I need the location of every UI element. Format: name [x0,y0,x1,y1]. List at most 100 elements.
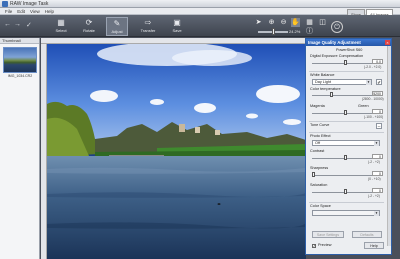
saturation-label: Saturation [310,183,328,187]
thumbnail-image[interactable] [3,47,37,73]
transfer-label: Transfer [140,28,156,33]
color-temp-slider[interactable] [312,95,380,96]
save-icon: ▣ [173,18,181,27]
divider [309,202,384,203]
divider [309,71,384,72]
select-label: Select [55,28,67,33]
color-temp-label: Color temperature [310,87,341,91]
toolbar: ← → ✓ ▦ Select ⟳ Rotate ✎ Adjust ⇨ Trans… [0,15,400,37]
adjust-icon: ✎ [113,19,121,28]
divider [309,121,384,122]
back-arrow-icon[interactable]: ← [4,21,11,28]
magenta-green-range: (-100 - +100) [364,115,384,119]
zoom-level: 24.2% [289,29,301,34]
sharpness-slider[interactable] [312,175,380,176]
color-space-select[interactable]: ▼ [312,210,380,216]
power-icon[interactable]: ⏻ [331,21,343,33]
menu-file[interactable]: File [5,8,12,15]
exposure-label: Digital Exposure Compensation [310,54,364,58]
sharpness-label: Sharpness [310,166,329,170]
grid-icon: ▦ [57,18,65,27]
chevron-down-icon: ▼ [366,80,371,85]
help-button[interactable]: Help [364,242,384,249]
white-balance-label: White Balance [310,73,335,77]
forward-arrow-icon[interactable]: → [14,21,21,28]
save-settings-button[interactable]: Save Settings [312,231,344,238]
thumbnail-header: Thumbnail [0,38,39,44]
rotate-icon: ⟳ [85,18,93,27]
magenta-label: Magenta [310,104,325,108]
menu-edit[interactable]: Edit [17,8,25,15]
window-title: RAW Image Task [10,1,49,7]
rotate-label: Rotate [83,28,95,33]
app-icon [2,1,8,7]
main-photo[interactable] [47,44,306,259]
title-bar: RAW Image Task [0,0,400,8]
zoom-in-icon[interactable]: ⊕ [267,18,276,27]
color-temp-slider-handle[interactable] [330,92,333,97]
pointer-icon[interactable]: ➤ [254,18,263,27]
magenta-green-slider-handle[interactable] [344,110,347,115]
grid-view-icon[interactable]: ▦ [305,18,314,27]
preview-label: Preview [318,243,332,247]
select-button[interactable]: ▦ Select [50,17,72,36]
magenta-green-value[interactable]: 0 [372,109,383,114]
color-space-label: Color Space [310,204,331,208]
thumbnail-panel: Thumbnail IMG_1034.CR2 [0,38,40,259]
landscape-image [47,44,306,259]
saturation-range: (-2 - +2) [368,194,380,198]
preview-checkbox[interactable]: ✓ [312,244,316,248]
thumbnail-caption: IMG_1034.CR2 [7,74,33,78]
hand-icon[interactable]: ✋ [291,18,300,27]
close-icon[interactable]: × [385,40,390,45]
check-icon[interactable]: ✓ [26,21,32,29]
transfer-icon: ⇨ [144,18,152,27]
sharpness-range: (0 - +10) [368,177,381,181]
photo-effect-value: Off [315,141,320,145]
exposure-value[interactable]: 0.0 [372,59,383,64]
photo-effect-select[interactable]: Off ▼ [312,140,380,146]
menu-help[interactable]: Help [45,8,54,15]
contrast-range: (-2 - +2) [368,160,380,164]
chevron-down-icon: ▼ [374,211,379,216]
color-temp-range: (2800 - 10000) [362,97,384,101]
chevron-down-icon: ▼ [374,141,379,146]
dialog-title: Image Quality Adjustment [306,39,391,46]
green-label: Green [358,104,369,108]
menu-bar: File Edit View Help [0,8,400,15]
dialog-body: PowerShot S60 Digital Exposure Compensat… [306,46,388,255]
exposure-range: (-2.0 - +2.0) [364,65,382,69]
app-window: RAW Image Task File Edit View Help Show … [0,0,400,259]
tone-curve-label: Tone Curve [310,123,330,127]
zoom-slider-handle[interactable] [272,28,275,35]
compare-icon[interactable]: ◫ [318,18,327,27]
defaults-button[interactable]: Defaults [352,231,382,238]
sharpness-value[interactable]: 0 [372,171,383,176]
save-button[interactable]: ▣ Save [166,17,188,36]
menu-view[interactable]: View [30,8,40,15]
rotate-button[interactable]: ⟳ Rotate [78,17,100,36]
adjust-label: Adjust [111,29,123,34]
camera-model: PowerShot S60 [336,48,363,52]
eyedropper-icon[interactable]: ✐ [376,79,382,85]
color-temp-value[interactable]: 5200 [372,91,383,96]
info-icon[interactable]: ⓘ [305,27,314,36]
transfer-button[interactable]: ⇨ Transfer [137,17,159,36]
contrast-label: Contrast [310,149,325,153]
right-edge-panel [392,38,400,259]
image-quality-dialog: Image Quality Adjustment × PowerShot S60… [305,38,392,255]
image-viewer[interactable] [41,38,306,259]
contrast-value[interactable]: 0 [372,154,383,159]
tone-curve-icon[interactable]: ∽ [376,123,382,129]
save-label: Save [172,28,182,33]
adjust-button[interactable]: ✎ Adjust [106,17,128,36]
exposure-slider-handle[interactable] [344,60,347,65]
zoom-out-icon[interactable]: ⊖ [279,18,288,27]
contrast-slider-handle[interactable] [344,155,347,160]
white-balance-select[interactable]: Day Light ▼ [312,79,372,85]
sharpness-slider-handle[interactable] [312,172,315,177]
saturation-slider-handle[interactable] [344,189,347,194]
photo-effect-label: Photo Effect [310,134,331,138]
saturation-value[interactable]: 0 [372,188,383,193]
divider [309,132,384,133]
